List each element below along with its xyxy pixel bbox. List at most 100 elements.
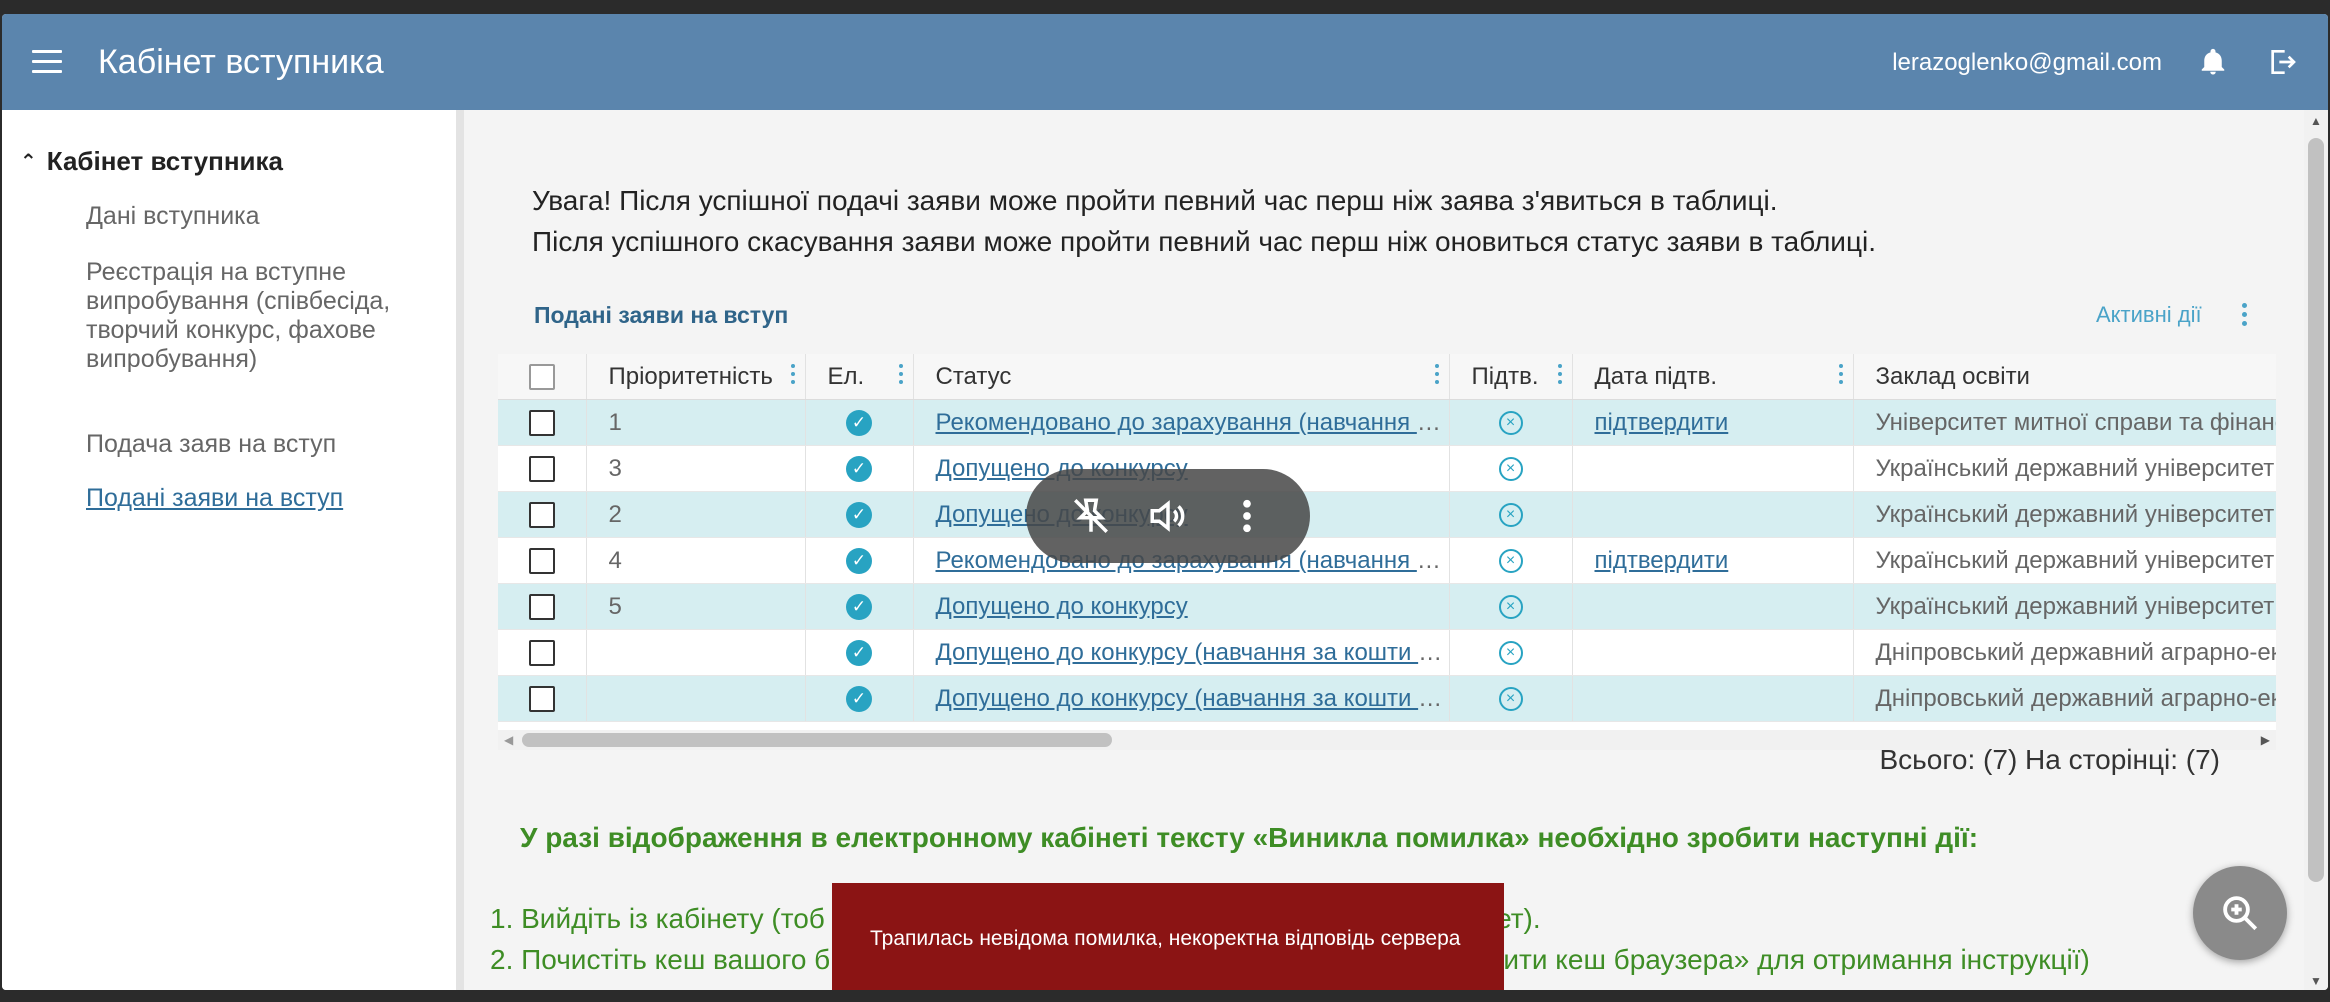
zoom-button[interactable] [2193, 866, 2287, 960]
status-cell: Рекомендовано до зарахування (навчання з… [913, 399, 1450, 446]
column-menu-icon[interactable] [789, 364, 797, 388]
status-cell: Допущено до конкурсу [913, 583, 1450, 630]
more-vert-icon[interactable] [1226, 495, 1268, 537]
column-header-institution[interactable]: Заклад освіти [1853, 354, 2276, 400]
table-row[interactable]: 4 ✓ Рекомендовано до зарахування (навчан… [498, 537, 2276, 584]
row-checkbox[interactable] [528, 548, 555, 575]
menu-icon[interactable] [32, 50, 62, 74]
cancel-circle-icon[interactable]: × [1498, 457, 1523, 482]
row-checkbox[interactable] [528, 640, 555, 667]
column-header-label: Підтв. [1471, 362, 1539, 390]
sidebar-item-applicant-data[interactable]: Дані вступника [86, 202, 426, 231]
row-select-cell [498, 675, 587, 722]
row-select-cell [498, 583, 587, 630]
status-cell: Допущено до конкурсу (навчання за кошти … [913, 629, 1450, 676]
priority-cell: 4 [586, 537, 806, 584]
scroll-down-icon[interactable]: ▼ [2310, 974, 2322, 988]
check-circle-icon: ✓ [846, 548, 872, 575]
column-menu-icon[interactable] [1556, 364, 1564, 388]
more-vert-icon[interactable] [2234, 300, 2254, 330]
bell-icon[interactable] [2198, 46, 2228, 78]
active-actions-button[interactable]: Активні дії [2096, 302, 2202, 328]
column-menu-icon[interactable] [1837, 364, 1845, 388]
priority-cell [586, 629, 806, 676]
row-select-cell [498, 399, 587, 446]
main-content: Увага! Після успішної подачі заяви може … [464, 110, 2304, 990]
row-checkbox[interactable] [528, 594, 555, 621]
column-header-label: Ел. [827, 362, 865, 390]
sidebar-section-label: Кабінет вступника [46, 146, 283, 176]
institution-cell: Український державний університет [1853, 583, 2276, 630]
column-header-electronic[interactable]: Ел. [805, 354, 914, 400]
confirm-date-cell [1572, 629, 1854, 676]
column-header-label: Заклад освіти [1875, 362, 2030, 390]
column-header-label: Пріоритетність [608, 362, 773, 390]
column-header-confirmed[interactable]: Підтв. [1449, 354, 1573, 400]
sidebar-section-title[interactable]: ⌃ Кабінет вступника [20, 146, 283, 177]
cancel-circle-icon[interactable]: × [1498, 641, 1523, 666]
column-header-status[interactable]: Статус [913, 354, 1450, 400]
sidebar-item-submit-applications[interactable]: Подача заяв на вступ [86, 430, 426, 459]
table-row[interactable]: ✓ Допущено до конкурсу (навчання за кошт… [498, 675, 2276, 722]
confirmed-cell: × [1449, 399, 1573, 446]
scroll-left-icon[interactable]: ◀ [504, 733, 513, 747]
column-menu-icon[interactable] [897, 364, 905, 388]
pin-off-icon[interactable] [1070, 495, 1112, 537]
table-row[interactable]: 5 ✓ Допущено до конкурсу × Український д… [498, 583, 2276, 630]
status-cell: Допущено до конкурсу (навчання за кошти … [913, 675, 1450, 722]
sidebar-item-exam-registration[interactable]: Реєстрація на вступне випробування (спів… [86, 258, 426, 374]
row-checkbox[interactable] [528, 502, 555, 529]
applications-title: Подані заяви на вступ [534, 302, 789, 328]
volume-icon[interactable] [1147, 495, 1189, 537]
vertical-scroll-thumb[interactable] [2308, 138, 2324, 882]
electronic-cell: ✓ [805, 399, 914, 446]
table-row[interactable]: 2 ✓ Допущено до конкурсу × Український д… [498, 491, 2276, 538]
priority-cell [586, 675, 806, 722]
check-circle-icon: ✓ [846, 640, 872, 667]
institution-cell: Університет митної справи та фінансів [1853, 399, 2276, 446]
priority-cell: 5 [586, 583, 806, 630]
applications-table: Пріоритетність Ел. Статус Підтв. Дата пі… [498, 354, 2276, 740]
cancel-circle-icon[interactable]: × [1498, 549, 1523, 574]
row-checkbox[interactable] [528, 686, 555, 713]
toast-message: Трапилась невідома помилка, некоректна в… [870, 927, 1461, 950]
column-header-confirm-date[interactable]: Дата підтв. [1572, 354, 1854, 400]
cancel-circle-icon[interactable]: × [1498, 595, 1523, 620]
table-totals: Всього: (7) На сторінці: (7) [1879, 744, 2220, 775]
scroll-up-icon[interactable]: ▲ [2310, 114, 2322, 128]
priority-cell: 1 [586, 399, 806, 446]
sidebar-item-submitted-applications[interactable]: Подані заяви на вступ [86, 484, 426, 513]
confirm-date-cell: підтвердити [1572, 537, 1854, 584]
cancel-circle-icon[interactable]: × [1498, 687, 1523, 712]
row-checkbox[interactable] [528, 456, 555, 483]
horizontal-scroll-thumb[interactable] [522, 733, 1112, 747]
logout-icon[interactable] [2266, 46, 2298, 78]
status-link[interactable]: Допущено до конкурсу [936, 593, 1188, 620]
select-all-checkbox[interactable] [528, 364, 555, 391]
table-row[interactable]: 1 ✓ Рекомендовано до зарахування (навчан… [498, 399, 2276, 446]
table-row[interactable]: 3 ✓ Допущено до конкурсу × Український д… [498, 445, 2276, 492]
confirm-date-cell [1572, 491, 1854, 538]
user-email[interactable]: lerazoglenko@gmail.com [1892, 48, 2162, 78]
cancel-circle-icon[interactable]: × [1498, 411, 1523, 436]
table-row[interactable]: ✓ Допущено до конкурсу (навчання за кошт… [498, 629, 2276, 676]
row-select-cell [498, 445, 587, 492]
status-link[interactable]: Допущено до конкурсу (навчання за кошти … [936, 639, 1449, 666]
column-menu-icon[interactable] [1433, 364, 1441, 388]
electronic-cell: ✓ [805, 675, 914, 722]
step1-start: 1. Вийдіть із кабінету (тоб [490, 903, 825, 934]
check-circle-icon: ✓ [846, 502, 872, 529]
column-header-priority[interactable]: Пріоритетність [586, 354, 806, 400]
status-link[interactable]: Допущено до конкурсу (навчання за кошти … [936, 685, 1449, 712]
row-checkbox[interactable] [528, 410, 555, 437]
institution-cell: Український державний університет [1853, 537, 2276, 584]
column-header-label: Статус [935, 362, 1012, 390]
confirmed-cell: × [1449, 445, 1573, 492]
vertical-scrollbar[interactable]: ▲ ▼ [2304, 110, 2328, 990]
cancel-circle-icon[interactable]: × [1498, 503, 1523, 528]
confirm-link[interactable]: підтвердити [1595, 547, 1729, 574]
status-link[interactable]: Рекомендовано до зарахування (навчання з… [936, 409, 1449, 436]
confirm-link[interactable]: підтвердити [1595, 409, 1729, 436]
zoom-in-icon [2223, 896, 2258, 931]
scroll-right-icon[interactable]: ▶ [2261, 733, 2270, 747]
